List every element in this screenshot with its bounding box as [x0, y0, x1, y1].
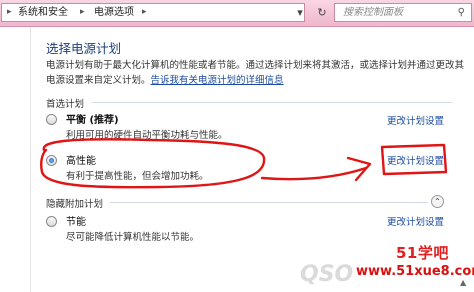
group-divider	[110, 202, 428, 203]
watermark-site-name: 51学吧	[396, 244, 449, 262]
plan-power-saver-name[interactable]: 节能	[66, 213, 86, 228]
intro-help-link[interactable]: 告诉我有关电源计划的详细信息	[151, 75, 284, 86]
breadcrumb-separator-icon[interactable]: ▸	[142, 4, 147, 21]
watermark-logo-graphic: QSO	[300, 262, 354, 287]
plan-high-performance-change-settings-link[interactable]: 更改计划设置	[387, 153, 444, 167]
intro-text-block: 电源计划有助于最大化计算机的性能或者节能。通过选择计划来将其激活，或选择计划并通…	[46, 58, 466, 88]
annotation-arrow-line	[260, 166, 368, 181]
plan-power-saver-radio[interactable]	[46, 216, 57, 227]
preferred-plans-label: 首选计划	[46, 99, 85, 110]
plan-power-saver-change-settings-link[interactable]: 更改计划设置	[387, 214, 444, 228]
breadcrumb-system-security[interactable]: 系统和安全	[18, 4, 68, 21]
address-dropdown-icon[interactable]: ▾	[290, 4, 310, 21]
hidden-plans-label: 隐藏附加计划	[46, 199, 104, 210]
page-title: 选择电源计划	[46, 41, 122, 56]
plan-high-performance-name[interactable]: 高性能	[66, 152, 96, 167]
address-bar-region: ▸ 系统和安全 ▸ 电源选项 ▸ ▾ ↻ 搜索控制面板 ⚲	[0, 0, 474, 27]
plan-balanced-change-settings-link[interactable]: 更改计划设置	[387, 113, 444, 127]
search-placeholder: 搜索控制面板	[343, 7, 403, 18]
scroll-up-arrow-icon[interactable]: ▲	[460, 278, 466, 287]
plan-balanced-radio[interactable]	[46, 114, 57, 125]
search-icon[interactable]: ⚲	[458, 4, 465, 21]
address-bar[interactable]: ▸ 系统和安全 ▸ 电源选项 ▸	[1, 3, 305, 22]
plan-balanced-name[interactable]: 平衡 (推荐)	[66, 111, 119, 126]
plan-power-saver-desc: 尽可能降低计算机性能以节能。	[66, 232, 200, 243]
address-root-chevron-icon[interactable]: ▸	[7, 4, 12, 21]
group-divider	[92, 102, 452, 103]
plan-high-performance-desc: 有利于提高性能，但会增加功耗。	[66, 171, 209, 182]
left-pane-divider	[30, 27, 31, 292]
refresh-icon[interactable]: ↻	[312, 4, 332, 21]
breadcrumb-separator-icon[interactable]: ▸	[80, 4, 85, 21]
search-input[interactable]: 搜索控制面板 ⚲	[334, 3, 472, 22]
collapse-chevron-icon[interactable]: ⌃	[431, 195, 444, 208]
breadcrumb-power-options[interactable]: 电源选项	[94, 4, 134, 21]
plan-balanced-desc: 利用可用的硬件自动平衡功耗与性能。	[66, 130, 228, 141]
plan-high-performance-radio[interactable]	[46, 155, 57, 166]
annotation-arrow-head	[346, 156, 372, 182]
watermark-site-url: www.51xue8.com	[356, 264, 474, 279]
